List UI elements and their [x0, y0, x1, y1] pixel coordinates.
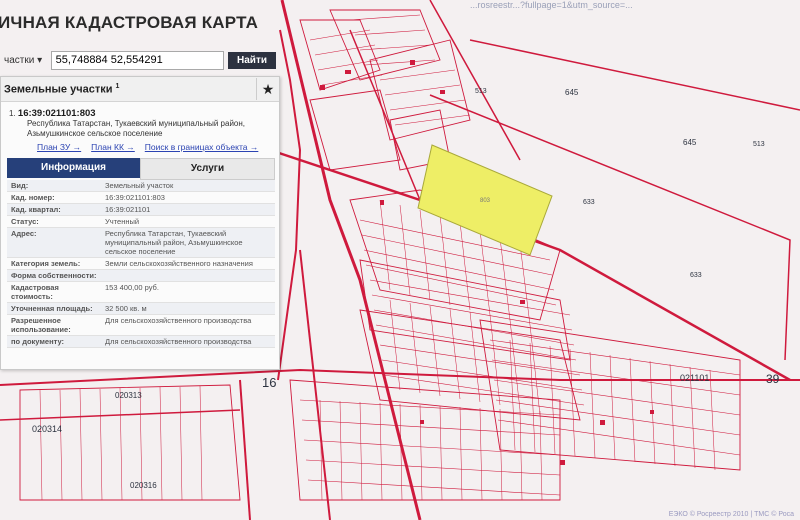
map-label-020316: 020316 — [130, 481, 157, 490]
row-key: Вид: — [11, 181, 29, 190]
tab-services[interactable]: Услуги — [140, 158, 275, 180]
panel-heading-text: Земельные участки — [4, 83, 113, 96]
result-address: Республика Татарстан, Тукаевский муницип… — [27, 119, 246, 138]
panel-tabs: Информация Услуги — [7, 158, 275, 180]
table-row: по документу: Для сельскохозяйственного п… — [7, 336, 275, 348]
map-copyright: ЕЭКО © Росреестр 2010 | ТМС © Роса — [668, 511, 794, 518]
plan-zu-link[interactable]: План ЗУ → — [37, 142, 81, 152]
map-label-q5: 633 — [583, 199, 595, 206]
row-value: 16:39:021101:803 — [105, 193, 165, 202]
result-index: 1. — [9, 109, 16, 118]
map-label-q2: 645 — [683, 138, 697, 147]
row-value: Для сельскохозяйственного производства — [105, 316, 252, 325]
table-row: Форма собственности: — [7, 270, 275, 282]
map-label-block: 021101 — [680, 373, 709, 383]
row-key: Категория земель: — [11, 259, 81, 268]
map-label-39: 39 — [766, 372, 780, 386]
row-value: 16:39:021101 — [105, 205, 151, 214]
row-value: 153 400,00 руб. — [105, 283, 159, 292]
table-row: Уточненная площадь: 32 500 кв. м — [7, 303, 275, 315]
tab-information[interactable]: Информация — [7, 158, 140, 178]
table-row: Категория земель: Земли сельскохозяйствен… — [7, 258, 275, 270]
result-cad-number[interactable]: 16:39:021101:803 — [18, 108, 96, 119]
map-label-020314: 020314 — [32, 424, 62, 434]
row-key: Уточненная площадь: — [11, 304, 93, 313]
table-row: Кад. квартал: 16:39:021101 — [7, 204, 275, 216]
search-in-bounds-link[interactable]: Поиск в границах объекта → — [145, 142, 259, 152]
table-row: Кадастровая стоимость: 153 400,00 руб. — [7, 282, 275, 303]
row-key: Кадастровая стоимость: — [11, 283, 59, 301]
row-value: Для сельскохозяйственного производства — [105, 337, 252, 346]
panel-header: Земельные участки 1 ★ — [1, 77, 279, 102]
plan-kk-link[interactable]: План КК → — [91, 142, 135, 152]
search-input[interactable] — [50, 50, 225, 70]
row-value: Республика Татарстан, Тукаевский муницип… — [105, 229, 243, 256]
favorite-star-icon[interactable]: ★ — [256, 78, 279, 100]
info-table: Вид: Земельный участок Кад. номер: 16:39:0… — [7, 180, 275, 348]
map-label-q4: 513 — [753, 141, 765, 148]
panel-heading-count: 1 — [115, 82, 120, 90]
row-key: Разрешенное использование: — [11, 316, 71, 334]
map-label-16: 16 — [262, 375, 276, 390]
search-button[interactable]: Найти — [228, 51, 276, 69]
page-title: ИЧНАЯ КАДАСТРОВАЯ КАРТА — [0, 13, 259, 32]
row-key: Форма собственности: — [11, 271, 97, 280]
row-key: Статус: — [11, 217, 39, 226]
row-key: по документу: — [11, 337, 65, 346]
row-key: Кад. номер: — [11, 193, 55, 202]
map-label-selected: 803 — [480, 198, 491, 204]
search-bar: частки ▾ Найти — [0, 50, 276, 70]
table-row: Разрешенное использование: Для сельскохоз… — [7, 315, 275, 336]
result-links: План ЗУ → План КК → Поиск в границах объ… — [37, 142, 273, 152]
panel-heading: Земельные участки 1 — [1, 83, 119, 96]
result-item[interactable]: 1. 16:39:021101:803 Республика Татарстан… — [1, 102, 279, 154]
row-value: 32 500 кв. м — [105, 304, 147, 313]
app-header: ИЧНАЯ КАДАСТРОВАЯ КАРТА — [0, 8, 258, 38]
table-row: Статус: Учтенный — [7, 216, 275, 228]
row-value: Учтенный — [105, 217, 140, 226]
map-label-q1: 645 — [565, 88, 579, 97]
row-value: Земельный участок — [105, 181, 174, 190]
table-row: Вид: Земельный участок — [7, 180, 275, 192]
info-panel: Земельные участки 1 ★ 1. 16:39:021101:80… — [0, 76, 280, 370]
table-row: Адрес: Республика Татарстан, Тукаевский м… — [7, 228, 275, 258]
url-strip: ...rosreestr...?fullpage=1&utm_source=..… — [470, 0, 633, 10]
map-label-q6: 633 — [690, 272, 702, 279]
row-key: Адрес: — [11, 229, 37, 238]
row-value: Земли сельскохозяйственного назначения — [105, 259, 253, 268]
map-label-q3: 513 — [475, 88, 487, 95]
table-row: Кад. номер: 16:39:021101:803 — [7, 192, 275, 204]
search-scope-dropdown[interactable]: частки ▾ — [0, 55, 51, 66]
row-value — [101, 270, 275, 281]
row-key: Кад. квартал: — [11, 205, 61, 214]
map-label-020313: 020313 — [115, 391, 142, 400]
